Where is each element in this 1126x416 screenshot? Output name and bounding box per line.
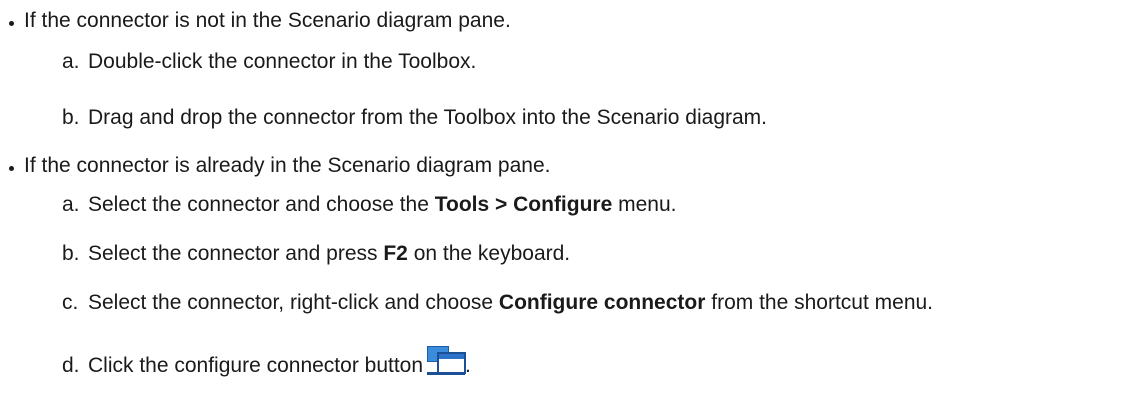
step-text: menu. — [612, 193, 677, 216]
step-text: Drag and drop the connector from the Too… — [88, 106, 768, 129]
section1-step-b: b. Drag and drop the connector from the T… — [62, 106, 767, 130]
key-name: F2 — [383, 242, 408, 265]
section2-step-b: b. Select the connector and press F2 on t… — [62, 242, 570, 266]
step-text: Select the connector and press — [88, 242, 384, 265]
section2-heading: If the connector is already in the Scena… — [24, 154, 551, 177]
section2-step-a: a. Select the connector and choose the To… — [62, 193, 676, 217]
step-text: from the shortcut menu. — [705, 291, 934, 314]
section1-step-a: a. Double-click the connector in the Tool… — [62, 50, 476, 74]
step-text: on the keyboard. — [407, 242, 571, 265]
step-marker: a. — [62, 50, 80, 73]
section2-step-c: c. Select the connector, right-click and … — [62, 291, 933, 315]
step-text: Click the configure connector button — [88, 354, 424, 377]
step-marker: b. — [62, 106, 80, 129]
menu-item-name: Configure connector — [498, 291, 706, 314]
section2-step-d: d. Click the configure connector button . — [62, 346, 471, 378]
step-marker: c. — [62, 291, 79, 314]
step-text: Select the connector and choose the — [88, 193, 435, 216]
step-marker: d. — [62, 354, 80, 377]
menu-path: Tools > Configure — [434, 193, 613, 216]
step-marker: b. — [62, 242, 80, 265]
section1-heading: If the connector is not in the Scenario … — [24, 9, 511, 32]
step-text: Double-click the connector in the Toolbo… — [88, 50, 477, 73]
configure-connector-icon — [427, 346, 467, 376]
bullet-dot-icon — [9, 166, 14, 171]
bullet-dot-icon — [9, 21, 14, 26]
step-marker: a. — [62, 193, 80, 216]
step-text: Select the connector, right-click and ch… — [88, 291, 499, 314]
